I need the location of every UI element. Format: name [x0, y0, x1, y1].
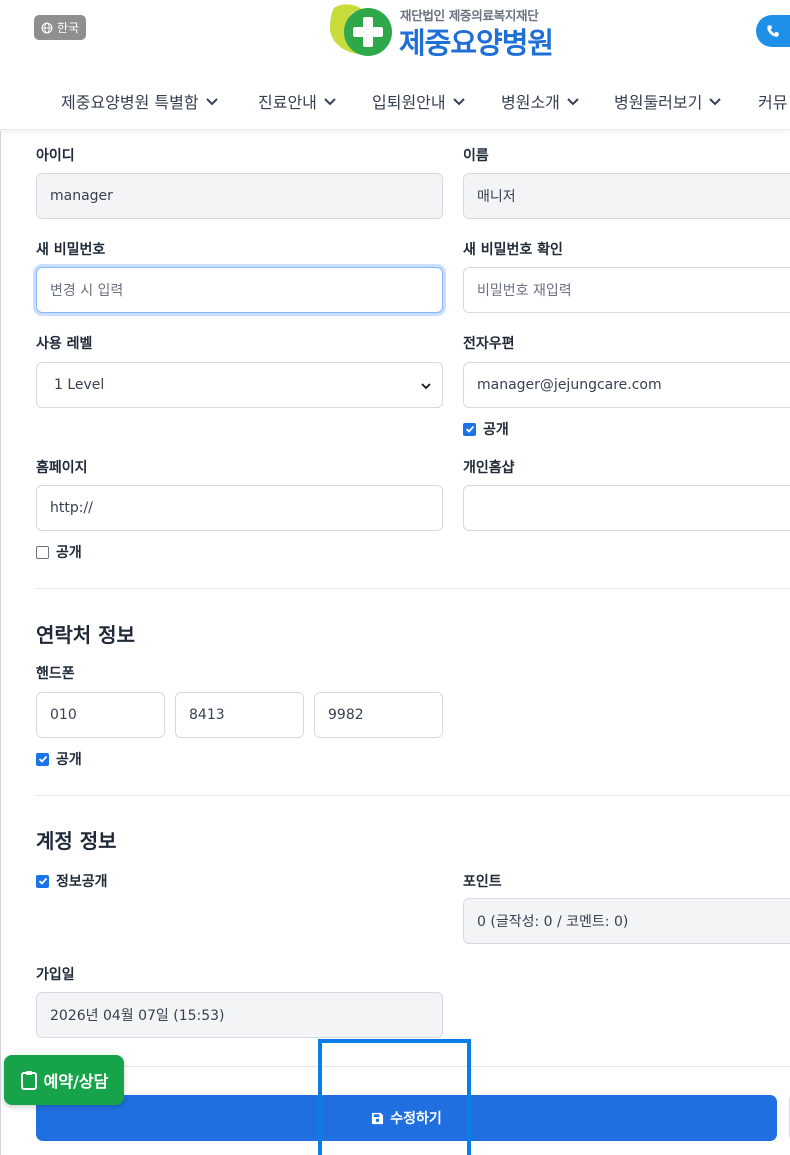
nav-item-about[interactable]: 병원소개 [501, 89, 580, 113]
level-value: 1 Level [54, 377, 105, 393]
userid-label: 아이디 [36, 148, 75, 164]
new-password-confirm-label: 새 비밀번호 확인 [463, 242, 563, 258]
phone-icon [767, 25, 779, 37]
language-label: 한국 [57, 21, 80, 35]
nav-item-special[interactable]: 제중요양병원 특별함 [61, 89, 219, 113]
level-label: 사용 레벨 [36, 336, 93, 352]
nav-label: 진료안내 [258, 93, 317, 112]
check-icon [465, 425, 474, 433]
phone-public-checkbox[interactable]: 공개 [36, 749, 82, 769]
point-label: 포인트 [463, 874, 502, 890]
email-value: manager@jejungcare.com [477, 377, 662, 393]
phone-part-3: 9982 [328, 707, 364, 723]
joined-field: 2026년 04월 07일 (15:53) [36, 992, 443, 1038]
clipboard-icon [20, 1071, 37, 1090]
homepage-public-checkbox[interactable]: 공개 [36, 542, 82, 562]
new-password-label: 새 비밀번호 [36, 242, 106, 258]
contact-section-title: 연락처 정보 [36, 623, 135, 647]
point-field: 0 (글작성: 0 / 코멘트: 0) [463, 898, 790, 944]
homepage-label: 홈페이지 [36, 460, 88, 476]
blog-field[interactable] [463, 485, 790, 531]
phone-field-1[interactable]: 010 [36, 692, 165, 738]
checkbox-checked [463, 422, 476, 436]
chevron-down-icon [452, 98, 465, 106]
homepage-public-label: 공개 [56, 545, 82, 561]
nav-label: 커뮤 [758, 93, 788, 112]
email-label: 전자우편 [463, 336, 515, 352]
nav-label: 제중요양병원 특별함 [61, 93, 199, 112]
chevron-down-icon [324, 98, 336, 106]
joined-value: 2026년 04월 07일 (15:53) [50, 1008, 225, 1024]
new-password-confirm-field[interactable]: 비밀번호 재입력 [463, 267, 790, 313]
nav-item-clinic[interactable]: 진료안내 [258, 89, 337, 113]
name-field[interactable]: 매니저 [463, 173, 790, 219]
chevron-down-icon [709, 98, 722, 106]
checkbox-checked [36, 752, 49, 766]
site-logo[interactable]: 재단법인 제중의료복지재단 제중요양병원 [328, 2, 573, 60]
section-divider [36, 795, 790, 796]
phone-part-1: 010 [50, 707, 77, 723]
logo-title: 제중요양병원 [399, 26, 554, 60]
checkbox-checked [36, 874, 49, 888]
call-button[interactable] [756, 15, 790, 47]
section-divider [36, 588, 790, 589]
email-public-label: 공개 [483, 422, 509, 438]
logo-cross-icon [329, 4, 392, 56]
reserve-consult-button[interactable]: 예약/상담 [4, 1055, 124, 1105]
globe-icon [41, 22, 53, 33]
new-password-placeholder: 변경 시 입력 [50, 283, 124, 299]
main-nav: 제중요양병원 특별함 진료안내 입퇴원안내 병원소개 병원둘러보기 커뮤 [0, 80, 790, 120]
homepage-field[interactable]: http:// [36, 485, 443, 531]
new-password-confirm-placeholder: 비밀번호 재입력 [477, 283, 572, 299]
nav-label: 병원소개 [501, 93, 560, 112]
email-field[interactable]: manager@jejungcare.com [463, 362, 790, 408]
nav-label: 입퇴원안내 [372, 93, 446, 112]
highlight-box [318, 1039, 471, 1155]
account-section-title: 계정 정보 [36, 829, 117, 853]
new-password-field[interactable]: 변경 시 입력 [36, 267, 443, 313]
language-button[interactable]: 한국 [34, 15, 87, 40]
chevron-down-icon [205, 98, 218, 106]
level-select[interactable]: 1 Level [36, 362, 443, 408]
name-label: 이름 [463, 148, 489, 164]
info-public-label: 정보공개 [56, 874, 108, 890]
userid-field[interactable]: manager [36, 173, 443, 219]
nav-item-admission[interactable]: 입퇴원안내 [372, 89, 466, 113]
joined-label: 가입일 [36, 967, 75, 983]
profile-form: 아이디 manager 이름 매니저 새 비밀번호 변경 시 입력 새 비밀번호… [0, 131, 790, 1155]
email-public-checkbox[interactable]: 공개 [463, 419, 509, 439]
reserve-label: 예약/상담 [43, 1072, 109, 1091]
site-header: 한국 재단법인 제중의료복지재단 제중요양병원 제중요양병원 특별함 진료안내 … [0, 0, 790, 130]
nav-item-community[interactable]: 커뮤 [758, 89, 787, 113]
phone-part-2: 8413 [189, 707, 225, 723]
checkbox-unchecked [36, 545, 49, 559]
chevron-down-icon [421, 383, 431, 390]
nav-item-tour[interactable]: 병원둘러보기 [614, 89, 722, 113]
blog-label: 개인홈샵 [463, 460, 515, 476]
chevron-down-icon [567, 98, 579, 106]
name-value: 매니저 [477, 189, 516, 205]
homepage-value: http:// [50, 500, 93, 516]
point-value: 0 (글작성: 0 / 코멘트: 0) [477, 914, 629, 930]
userid-value: manager [50, 188, 113, 204]
phone-field-3[interactable]: 9982 [314, 692, 443, 738]
phone-field-2[interactable]: 8413 [175, 692, 304, 738]
check-icon [38, 755, 47, 763]
info-public-checkbox[interactable]: 정보공개 [36, 871, 108, 891]
phone-public-label: 공개 [56, 752, 82, 768]
nav-label: 병원둘러보기 [614, 93, 703, 112]
phone-label: 핸드폰 [36, 666, 75, 682]
check-icon [38, 877, 47, 885]
